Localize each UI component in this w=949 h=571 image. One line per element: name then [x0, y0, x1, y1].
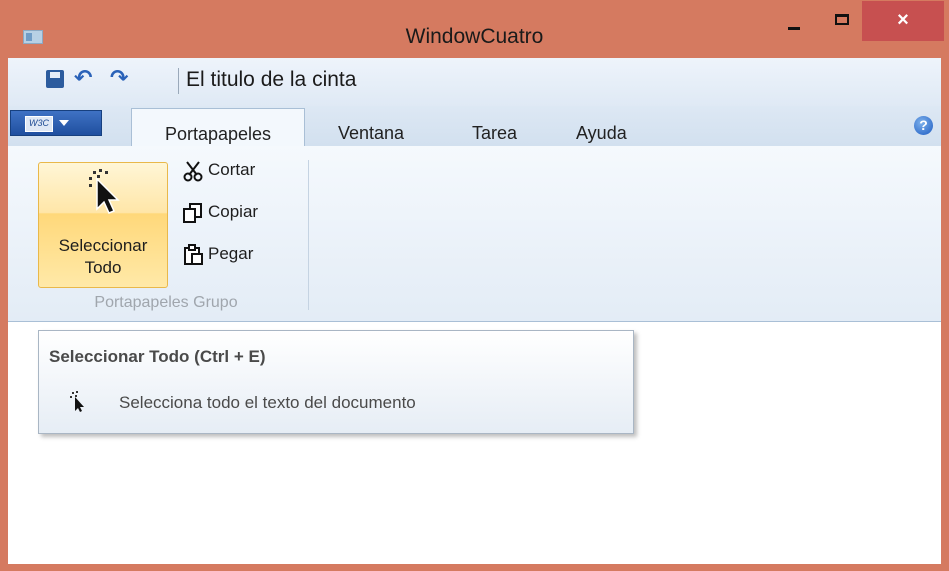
ribbon-tabs: W3C Portapapeles Ventana Tarea Ayuda ? — [8, 106, 941, 147]
title-bar[interactable]: WindowCuatro × — [0, 0, 949, 58]
chevron-down-icon — [59, 120, 69, 126]
tab-tarea[interactable]: Tarea — [472, 123, 517, 144]
select-cursor-icon — [70, 391, 84, 412]
client-area: ↶ ↷ El titulo de la cinta W3C Portapapel… — [8, 58, 941, 564]
tooltip-title: Seleccionar Todo (Ctrl + E) — [49, 347, 266, 366]
redo-icon[interactable]: ↷ — [110, 65, 128, 91]
tab-label: Portapapeles — [164, 124, 272, 144]
application-menu-button[interactable]: W3C — [10, 110, 102, 136]
quick-access-toolbar: ↶ ↷ El titulo de la cinta — [8, 58, 941, 106]
close-button[interactable]: × — [862, 1, 944, 41]
help-icon[interactable]: ? — [914, 116, 933, 135]
scissors-icon — [183, 161, 203, 182]
undo-icon[interactable]: ↶ — [74, 65, 92, 91]
copy-label: Copiar — [208, 202, 259, 221]
tab-portapapeles[interactable]: Portapapeles — [131, 108, 305, 147]
tooltip-description: Selecciona todo el texto del documento — [119, 393, 416, 412]
select-all-tooltip: Seleccionar Todo (Ctrl + E) Selecciona t… — [38, 330, 634, 434]
paste-label: Pegar — [208, 244, 254, 263]
toolbar-separator — [178, 68, 179, 94]
tab-ayuda[interactable]: Ayuda — [576, 123, 627, 144]
cut-label: Cortar — [208, 160, 256, 179]
application-window: WindowCuatro × ↶ ↷ El titulo de la cinta… — [0, 0, 949, 571]
select-all-button[interactable]: Seleccionar Todo — [38, 162, 168, 288]
maximize-button[interactable] — [818, 1, 866, 41]
select-cursor-icon — [89, 169, 120, 214]
minimize-button[interactable] — [770, 1, 818, 41]
paste-icon — [184, 244, 203, 265]
tab-ventana[interactable]: Ventana — [338, 123, 404, 144]
save-icon[interactable] — [46, 70, 64, 88]
w3c-logo-icon: W3C — [25, 116, 53, 132]
select-all-label: Seleccionar Todo — [58, 236, 148, 277]
copy-icon — [183, 203, 202, 223]
group-separator — [308, 160, 309, 310]
group-label: Portapapeles Grupo — [94, 294, 238, 311]
ribbon-panel: Seleccionar Todo Cortar Copiar Pegar Por… — [8, 146, 941, 322]
ribbon-title: El titulo de la cinta — [186, 68, 357, 91]
